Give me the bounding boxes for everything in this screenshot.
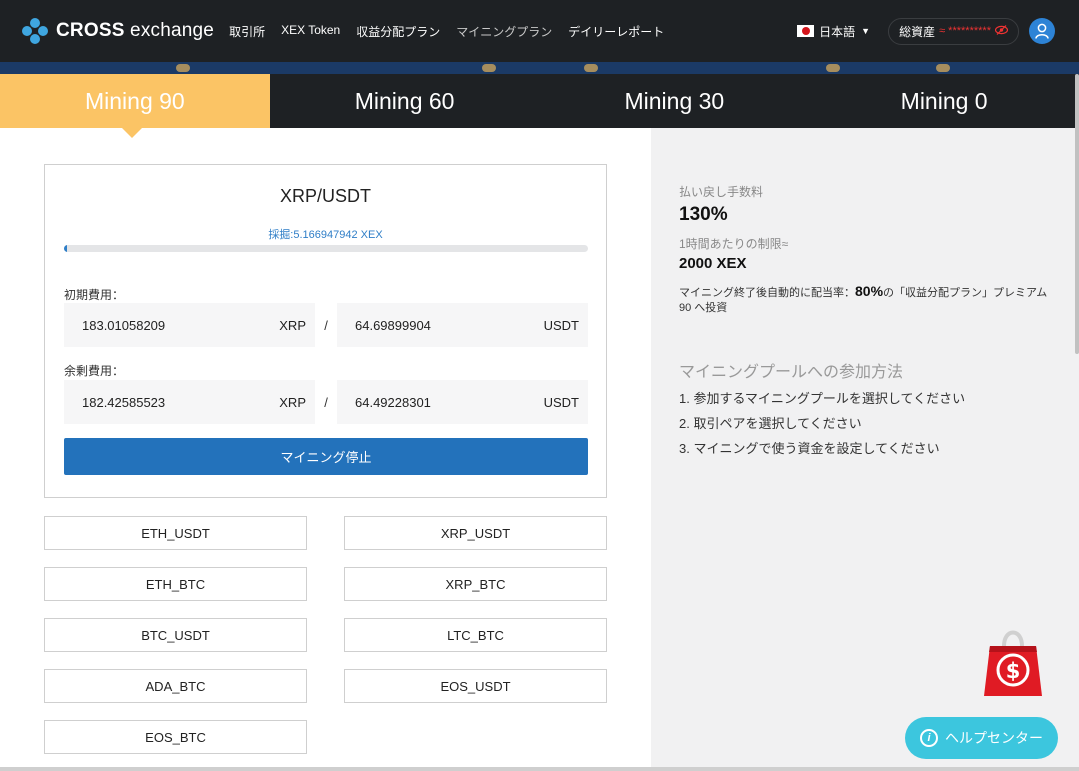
assets-label: 総資産 (899, 24, 936, 39)
mining-card: XRP/USDT 採掘:5.166947942 XEX 初期費用： 183.01… (44, 164, 607, 498)
initial-xrp-value: 183.01058209 (82, 317, 166, 333)
assets-value: ≈ ********** (939, 25, 991, 37)
scrollbar[interactable] (1075, 74, 1079, 354)
nav-mining-plan[interactable]: マイニングプラン (456, 23, 552, 40)
initial-xrp-unit: XRP (279, 317, 306, 333)
tab-mining-30[interactable]: Mining 30 (540, 74, 810, 128)
nav-xex-token[interactable]: XEX Token (281, 23, 340, 40)
pair-button-btc-usdt[interactable]: BTC_USDT (44, 618, 307, 652)
tab-mining-90[interactable]: Mining 90 (0, 74, 270, 138)
refund-fee-label: 払い戻し手数料 (679, 185, 764, 199)
shopping-bag-dollar-icon[interactable]: $ (982, 626, 1044, 698)
pair-button-xrp-usdt[interactable]: XRP_USDT (344, 516, 607, 550)
nav-exchange[interactable]: 取引所 (229, 23, 265, 40)
remaining-usdt-field: 64.49228301 USDT (337, 380, 588, 424)
remaining-xrp-unit: XRP (279, 394, 306, 410)
pair-button-eos-btc[interactable]: EOS_BTC (44, 720, 307, 754)
nav-daily-report[interactable]: デイリーレポート (568, 23, 664, 40)
howto-title: マイニングプールへの参加方法 (679, 363, 904, 381)
logo-mark-icon (22, 18, 48, 44)
pair-button-eth-btc[interactable]: ETH_BTC (44, 567, 307, 601)
initial-usdt-value: 64.69899904 (355, 317, 431, 333)
remaining-usdt-value: 64.49228301 (355, 394, 431, 410)
eye-hidden-icon[interactable] (994, 24, 1009, 38)
remaining-cost-label: 余剰費用： (64, 364, 125, 378)
language-selector[interactable]: 日本語 ▼ (797, 23, 870, 40)
pair-button-eos-usdt[interactable]: EOS_USDT (344, 669, 607, 703)
initial-cost-label: 初期費用： (64, 288, 125, 302)
top-navbar: CROSS exchange 取引所 XEX Token 収益分配プラン マイニ… (0, 0, 1079, 62)
howto-step: 1. 参加するマイニングプールを選択してください (679, 390, 966, 406)
japan-flag-icon (797, 25, 815, 37)
info-icon: i (920, 729, 938, 747)
initial-usdt-field: 64.69899904 USDT (337, 303, 588, 347)
horizontal-scrollbar[interactable] (0, 767, 1079, 771)
pair-title: XRP/USDT (279, 186, 371, 206)
remaining-cost-row: 182.42585523 XRP / 64.49228301 USDT (64, 380, 588, 424)
remaining-xrp-value: 182.42585523 (82, 394, 166, 410)
mined-amount: 採掘:5.166947942 XEX (268, 229, 383, 241)
tab-mining-0[interactable]: Mining 0 (809, 74, 1079, 128)
hourly-limit-label: 1時間あたりの制限≈ (679, 237, 789, 251)
separator: / (324, 317, 328, 333)
howto-step: 3. マイニングで使う資金を設定してください (679, 440, 940, 456)
howto-step: 2. 取引ペアを選択してください (679, 415, 862, 431)
caret-down-icon: ▼ (861, 26, 871, 36)
banner-strip (0, 62, 1079, 74)
initial-usdt-unit: USDT (543, 317, 579, 333)
main-nav: 取引所 XEX Token 収益分配プラン マイニングプラン デイリーレポート (229, 23, 680, 40)
mining-tabs: Mining 90 Mining 60 Mining 30 Mining 0 (0, 74, 1079, 138)
user-icon[interactable] (1029, 18, 1055, 44)
refund-fee-value: 130% (679, 204, 728, 225)
nav-right: 日本語 ▼ 総資産 ≈ ********** (797, 17, 1055, 45)
pair-button-xrp-btc[interactable]: XRP_BTC (344, 567, 607, 601)
stop-mining-button[interactable]: マイニング停止 (64, 438, 588, 475)
pair-button-ada-btc[interactable]: ADA_BTC (44, 669, 307, 703)
total-assets: 総資産 ≈ ********** (888, 17, 1019, 45)
pair-button-ltc-btc[interactable]: LTC_BTC (344, 618, 607, 652)
remaining-usdt-unit: USDT (543, 394, 579, 410)
hourly-limit-value: 2000 XEX (679, 255, 747, 272)
auto-invest-note: マイニング終了後自動的に配当率：80%の「収益分配プラン」プレミアム 90 へ投… (679, 283, 1048, 314)
mining-progress-fill (64, 245, 67, 252)
nav-profit-plan[interactable]: 収益分配プラン (356, 23, 440, 40)
brand-name: CROSS exchange (56, 20, 215, 41)
initial-cost-row: 183.01058209 XRP / 64.69899904 USDT (64, 303, 588, 347)
tab-mining-60[interactable]: Mining 60 (270, 74, 540, 128)
help-center-label: ヘルプセンター (945, 730, 1043, 746)
separator: / (324, 394, 328, 410)
remaining-xrp-field: 182.42585523 XRP (64, 380, 315, 424)
initial-xrp-field: 183.01058209 XRP (64, 303, 315, 347)
mining-progress-bar (64, 245, 588, 252)
help-center-button[interactable]: i ヘルプセンター (905, 717, 1058, 759)
svg-text:$: $ (1006, 659, 1021, 683)
brand-logo[interactable]: CROSS exchange (22, 18, 214, 44)
language-label: 日本語 (819, 24, 856, 39)
pair-button-eth-usdt[interactable]: ETH_USDT (44, 516, 307, 550)
